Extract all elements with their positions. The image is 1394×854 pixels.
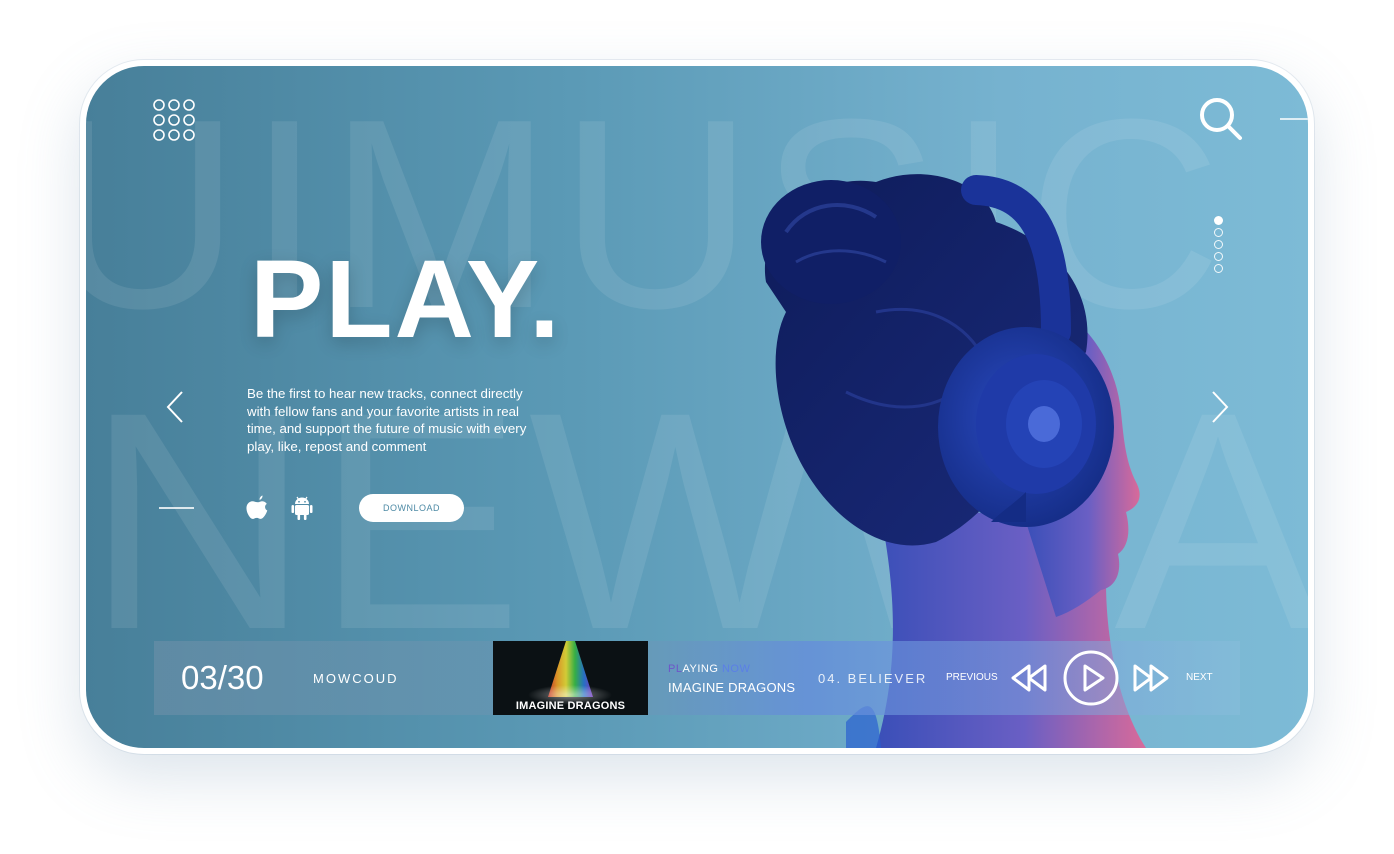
play-icon[interactable] [1062,649,1120,707]
chevron-left-icon[interactable] [164,390,188,424]
slide-pagination [1214,216,1226,276]
artist-name: IMAGINE DRAGONS [668,680,796,695]
player-bar: 03/30 MOWCOUD IMAGINE DRAGONS PLAYING NO… [154,641,1240,715]
next-button[interactable]: NEXT [1186,672,1213,683]
app-screen: UIMUSIC NEWWAY [86,66,1308,748]
apple-icon[interactable] [246,495,270,521]
slide-dot-4[interactable] [1214,252,1223,261]
brand-name: MOWCOUD [313,671,399,686]
decorative-line-left [159,507,194,509]
track-counter: 03/30 [181,659,264,696]
album-title-text: IMAGINE DRAGONS [515,700,626,712]
slide-dot-3[interactable] [1214,240,1223,249]
hero-title: PLAY. [250,238,562,361]
song-title: 04. BELIEVER [818,671,928,686]
now-playing-label-pl: PL [668,663,683,675]
android-icon[interactable] [290,495,314,521]
album-cover[interactable]: IMAGINE DRAGONS [493,641,648,715]
hero-description: Be the first to hear new tracks, connect… [247,386,527,455]
now-playing-label: PLAYING NOW [668,663,750,675]
decorative-line-right [1280,118,1308,120]
slide-dot-1[interactable] [1214,216,1223,225]
rewind-icon[interactable] [1009,663,1049,693]
chevron-right-icon[interactable] [1207,390,1231,424]
search-icon[interactable] [1198,96,1244,142]
slide-dot-5[interactable] [1214,264,1223,273]
previous-button[interactable]: PREVIOUS [946,672,998,683]
now-playing-label-now: NOW [721,663,751,675]
download-button[interactable]: DOWNLOAD [359,494,464,522]
slide-dot-2[interactable] [1214,228,1223,237]
fast-forward-icon[interactable] [1131,663,1171,693]
grid-menu-icon[interactable] [152,98,196,142]
now-playing-label-mid: AYING [682,663,722,675]
